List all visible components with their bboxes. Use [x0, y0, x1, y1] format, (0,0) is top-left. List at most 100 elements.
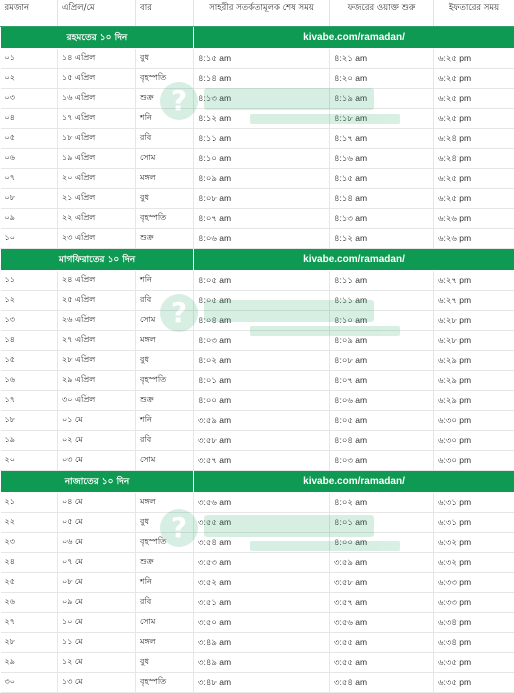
iftar-time: ৬:২৫ pm — [434, 109, 514, 129]
weekday: রবি — [136, 129, 194, 149]
fajr-start-time: ৪:১৭ am — [330, 129, 434, 149]
fajr-start-time: ৩:৫৪ am — [330, 673, 434, 693]
weekday: শনি — [136, 109, 194, 129]
header-day: বার — [136, 0, 194, 27]
iftar-time: ৬:৩১ pm — [434, 493, 514, 513]
table-body: রহমতের ১০ দিনkivabe.com/ramadan/০১১৪ এপ্… — [1, 27, 514, 693]
ramadan-day: ১৯ — [1, 431, 58, 451]
ramadan-day: ২৫ — [1, 573, 58, 593]
weekday: বুধ — [136, 49, 194, 69]
fajr-start-time: ৪:১৮ am — [330, 109, 434, 129]
table-row: ২৫০৮ মেশনি৩:৫২ am৩:৫৮ am৬:৩৩ pm — [1, 573, 514, 593]
ramadan-day: ০৯ — [1, 209, 58, 229]
ramadan-day: ১১ — [1, 271, 58, 291]
weekday: সোম — [136, 451, 194, 471]
iftar-time: ৬:৩০ pm — [434, 411, 514, 431]
date: ২০ এপ্রিল — [58, 169, 136, 189]
ramadan-day: ২৯ — [1, 653, 58, 673]
date: ১০ মে — [58, 613, 136, 633]
ramadan-day: ২২ — [1, 513, 58, 533]
iftar-time: ৬:৩৪ pm — [434, 633, 514, 653]
weekday: বৃহস্পতি — [136, 69, 194, 89]
iftar-time: ৬:২৭ pm — [434, 291, 514, 311]
header-fajr-start: ফজরের ওয়াক্ত শুরু — [330, 0, 434, 27]
section-link[interactable]: kivabe.com/ramadan/ — [194, 27, 514, 49]
sehri-end-time: ৩:৫২ am — [194, 573, 330, 593]
iftar-time: ৬:২৯ pm — [434, 391, 514, 411]
sehri-end-time: ৪:১০ am — [194, 149, 330, 169]
table-row: ২৪০৭ মেশুক্র৩:৫৩ am৩:৫৯ am৬:৩২ pm — [1, 553, 514, 573]
section-link[interactable]: kivabe.com/ramadan/ — [194, 249, 514, 271]
ramadan-day: ১৩ — [1, 311, 58, 331]
ramadan-day: ২৮ — [1, 633, 58, 653]
section-link[interactable]: kivabe.com/ramadan/ — [194, 471, 514, 493]
iftar-time: ৬:৩০ pm — [434, 451, 514, 471]
fajr-start-time: ৪:১৪ am — [330, 189, 434, 209]
fajr-start-time: ৪:০৯ am — [330, 331, 434, 351]
table-row: ০২১৫ এপ্রিলবৃহস্পতি৪:১৪ am৪:২০ am৬:২৫ pm — [1, 69, 514, 89]
iftar-time: ৬:৩১ pm — [434, 513, 514, 533]
date: ০১ মে — [58, 411, 136, 431]
weekday: শনি — [136, 573, 194, 593]
iftar-time: ৬:২৮ pm — [434, 311, 514, 331]
sehri-end-time: ৩:৫৫ am — [194, 513, 330, 533]
table-row: ২৯১২ মেবুধ৩:৪৯ am৩:৫৫ am৬:৩৫ pm — [1, 653, 514, 673]
table-row: ১৪২৭ এপ্রিলমঙ্গল৪:০৩ am৪:০৯ am৬:২৮ pm — [1, 331, 514, 351]
weekday: শনি — [136, 411, 194, 431]
fajr-start-time: ৪:০৬ am — [330, 391, 434, 411]
fajr-start-time: ৪:২০ am — [330, 69, 434, 89]
date: ১৪ এপ্রিল — [58, 49, 136, 69]
section-title: মাগফিরাতের ১০ দিন — [1, 249, 194, 271]
weekday: রবি — [136, 593, 194, 613]
date: ১৯ এপ্রিল — [58, 149, 136, 169]
table-row: ১৮০১ মেশনি৩:৫৯ am৪:০৫ am৬:৩০ pm — [1, 411, 514, 431]
date: ০৫ মে — [58, 513, 136, 533]
section-title: রহমতের ১০ দিন — [1, 27, 194, 49]
table-header: রমজান এপ্রিল/মে বার সাহরীর সতর্কতামূলক শ… — [1, 0, 514, 27]
date: ১৮ এপ্রিল — [58, 129, 136, 149]
weekday: বুধ — [136, 653, 194, 673]
iftar-time: ৬:২৫ pm — [434, 189, 514, 209]
sehri-end-time: ৩:৫৭ am — [194, 451, 330, 471]
fajr-start-time: ৩:৫৮ am — [330, 573, 434, 593]
fajr-start-time: ৪:১৫ am — [330, 169, 434, 189]
ramadan-day: ০৩ — [1, 89, 58, 109]
table-row: ১৫২৮ এপ্রিলবুধ৪:০২ am৪:০৮ am৬:২৯ pm — [1, 351, 514, 371]
date: ২৭ এপ্রিল — [58, 331, 136, 351]
sehri-end-time: ৪:১১ am — [194, 129, 330, 149]
iftar-time: ৬:২৪ pm — [434, 149, 514, 169]
table-row: ০৫১৮ এপ্রিলরবি৪:১১ am৪:১৭ am৬:২৪ pm — [1, 129, 514, 149]
sehri-end-time: ৪:১৩ am — [194, 89, 330, 109]
weekday: বৃহস্পতি — [136, 371, 194, 391]
section-header: নাজাতের ১০ দিনkivabe.com/ramadan/ — [1, 471, 514, 493]
fajr-start-time: ৪:১৯ am — [330, 89, 434, 109]
weekday: বৃহস্পতি — [136, 533, 194, 553]
ramadan-day: ৩০ — [1, 673, 58, 693]
date: ০২ মে — [58, 431, 136, 451]
sehri-end-time: ৪:০১ am — [194, 371, 330, 391]
iftar-time: ৬:৩২ pm — [434, 533, 514, 553]
ramadan-day: ১৪ — [1, 331, 58, 351]
header-ramadan: রমজান — [1, 0, 58, 27]
fajr-start-time: ৪:১৬ am — [330, 149, 434, 169]
ramadan-day: ০২ — [1, 69, 58, 89]
weekday: সোম — [136, 613, 194, 633]
weekday: শুক্র — [136, 391, 194, 411]
sehri-end-time: ৩:৫৮ am — [194, 431, 330, 451]
section-header: মাগফিরাতের ১০ দিনkivabe.com/ramadan/ — [1, 249, 514, 271]
date: ১৫ এপ্রিল — [58, 69, 136, 89]
fajr-start-time: ৪:০৩ am — [330, 451, 434, 471]
iftar-time: ৬:২৬ pm — [434, 209, 514, 229]
date: ০৯ মে — [58, 593, 136, 613]
fajr-start-time: ৪:১১ am — [330, 271, 434, 291]
date: ১৬ এপ্রিল — [58, 89, 136, 109]
table-row: ২৭১০ মেসোম৩:৫০ am৩:৫৬ am৬:৩৪ pm — [1, 613, 514, 633]
sehri-end-time: ৩:৫৩ am — [194, 553, 330, 573]
iftar-time: ৬:২৪ pm — [434, 129, 514, 149]
ramadan-day: ২৪ — [1, 553, 58, 573]
weekday: মঙ্গল — [136, 493, 194, 513]
ramadan-day: ২১ — [1, 493, 58, 513]
date: ২২ এপ্রিল — [58, 209, 136, 229]
table-row: ১০২৩ এপ্রিলশুক্র৪:০৬ am৪:১২ am৬:২৬ pm — [1, 229, 514, 249]
ramadan-day: ১২ — [1, 291, 58, 311]
